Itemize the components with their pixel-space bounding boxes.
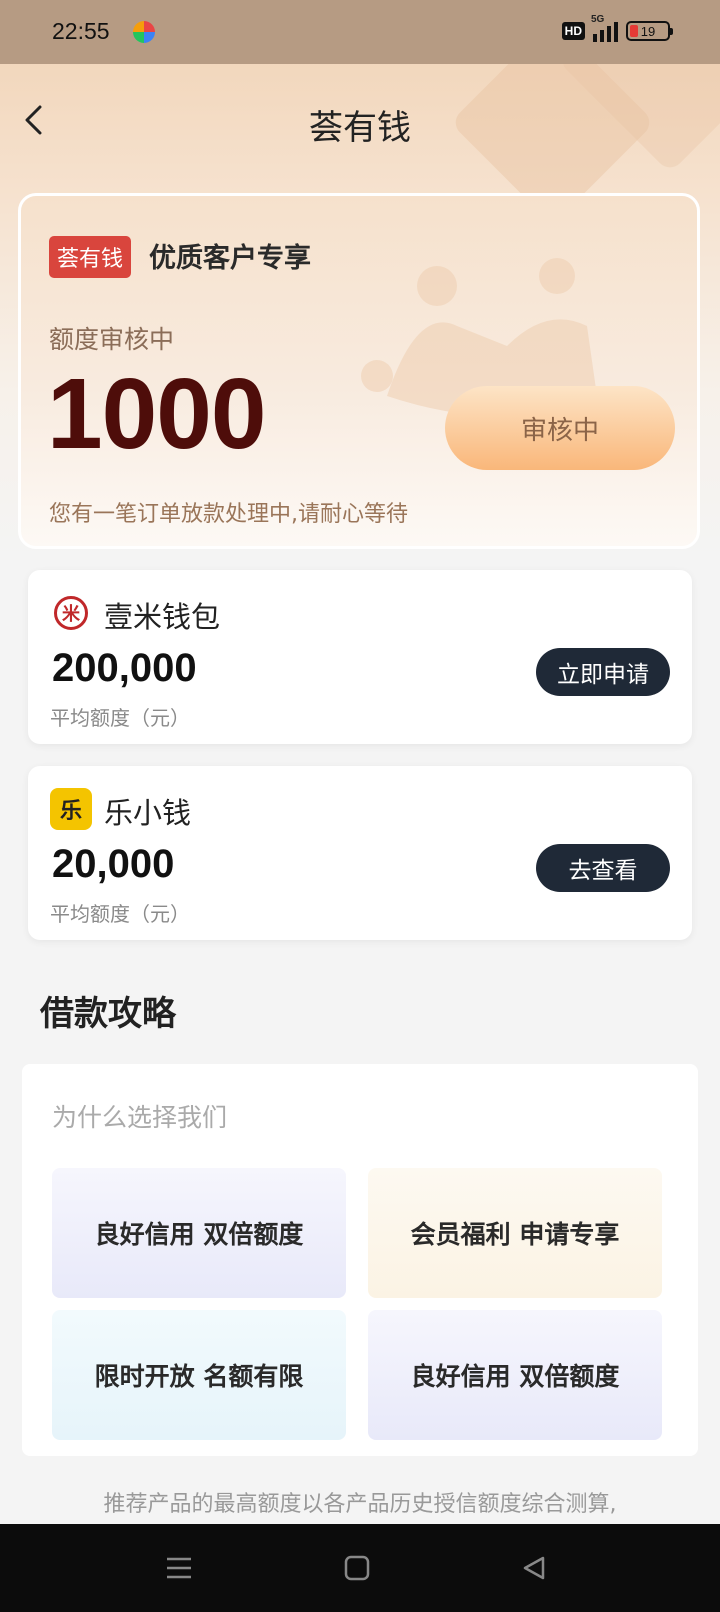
review-status-button[interactable]: 审核中 — [445, 386, 675, 470]
credit-status-card: 荟有钱 优质客户专享 额度审核中 1000 审核中 您有一笔订单放款处理中,请耐… — [18, 193, 700, 549]
menu-button[interactable] — [157, 1546, 201, 1590]
signal-icon: 5G — [591, 14, 618, 42]
hd-badge: HD — [561, 22, 585, 40]
app-notification-icon — [133, 21, 155, 43]
product-name: 壹米钱包 — [104, 600, 221, 634]
strategy-panel: 为什么选择我们 良好信用 双倍额度 会员福利 申请专享 限时开放 名额有限 良好… — [22, 1064, 698, 1456]
disclaimer-text: 推荐产品的最高额度以各产品历史授信额度综合测算, — [103, 1492, 617, 1517]
feature-card[interactable]: 会员福利 申请专享 — [368, 1168, 662, 1298]
product-card-lexiaoqian[interactable]: 乐 乐小钱 20,000 平均额度（元） 去查看 — [28, 766, 692, 940]
battery-icon: 19 — [626, 21, 673, 41]
home-button[interactable] — [335, 1546, 379, 1590]
credit-amount: 1000 — [47, 358, 266, 470]
product-amount: 20,000 — [52, 842, 175, 886]
feature-card[interactable]: 良好信用 双倍额度 — [52, 1168, 346, 1298]
home-icon — [344, 1555, 370, 1581]
status-bar: 22:55 HD 5G 19 — [0, 0, 720, 64]
battery-level: 19 — [640, 23, 656, 39]
feature-card[interactable]: 良好信用 双倍额度 — [368, 1310, 662, 1440]
credit-status-label: 额度审核中 — [49, 325, 175, 354]
view-button[interactable]: 去查看 — [536, 844, 670, 892]
product-caption: 平均额度（元） — [50, 706, 190, 730]
strategy-prompt: 为什么选择我们 — [52, 1103, 228, 1132]
feature-card[interactable]: 限时开放 名额有限 — [52, 1310, 346, 1440]
status-time: 22:55 — [52, 18, 110, 44]
page-header: 荟有钱 — [0, 90, 720, 160]
product-card-yimi[interactable]: 米 壹米钱包 200,000 平均额度（元） 立即申请 — [28, 570, 692, 744]
hero-subtitle: 优质客户专享 — [149, 243, 311, 274]
apply-now-button[interactable]: 立即申请 — [536, 648, 670, 696]
brand-tag: 荟有钱 — [49, 236, 132, 278]
lexiaoqian-logo-icon: 乐 — [50, 788, 92, 830]
product-amount: 200,000 — [52, 646, 197, 690]
network-type: 5G — [591, 14, 605, 25]
menu-icon — [167, 1557, 191, 1579]
back-triangle-icon — [523, 1556, 545, 1580]
loan-processing-note: 您有一笔订单放款处理中,请耐心等待 — [49, 502, 408, 527]
system-nav-bar — [0, 1524, 720, 1612]
product-caption: 平均额度（元） — [50, 902, 190, 926]
status-indicators: HD 5G 19 — [561, 14, 673, 42]
page-title: 荟有钱 — [309, 108, 411, 148]
yimi-logo-icon: 米 — [50, 592, 92, 634]
back-nav-button[interactable] — [512, 1546, 556, 1590]
section-title: 借款攻略 — [40, 994, 176, 1034]
product-name: 乐小钱 — [104, 796, 192, 830]
